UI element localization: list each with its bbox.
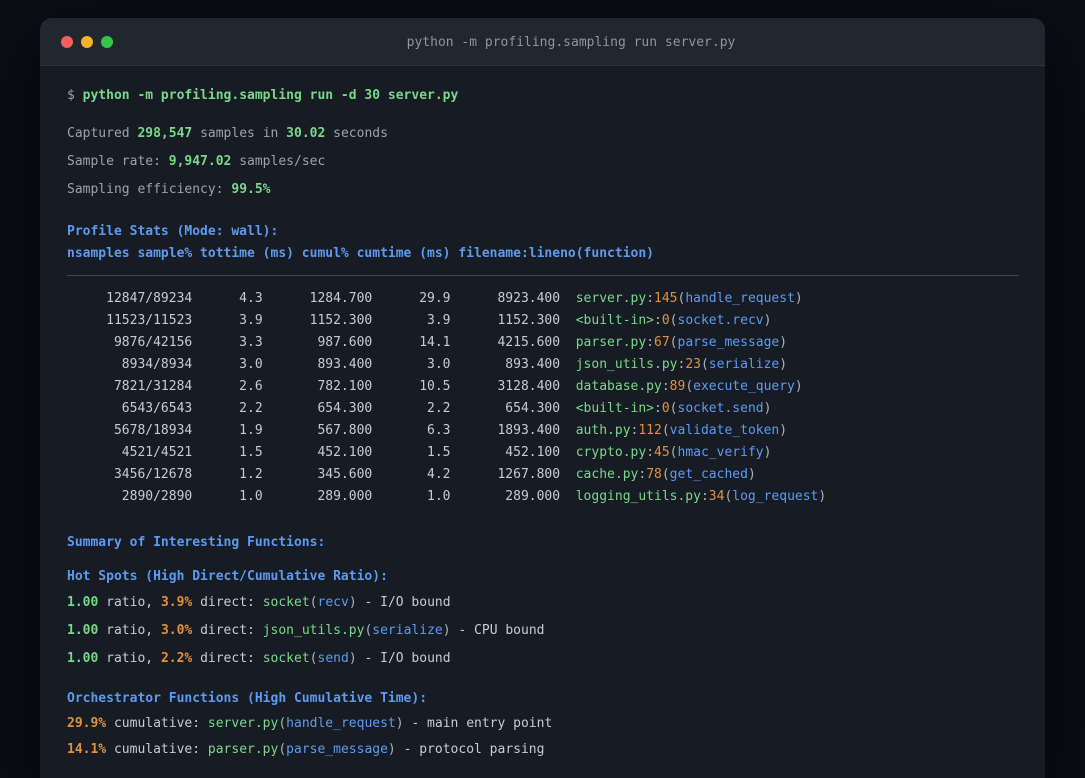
table-row: 9876/42156 3.3 987.600 14.1 4215.600 par… xyxy=(67,335,788,350)
orchestrator-line: 29.9% cumulative: server.py(handle_reque… xyxy=(67,716,553,731)
table-divider xyxy=(67,275,1019,276)
maximize-button[interactable] xyxy=(101,36,113,48)
table-row: 3456/12678 1.2 345.600 4.2 1267.800 cach… xyxy=(67,467,756,482)
sampling-efficiency-line: Sampling efficiency: 99.5% xyxy=(67,182,271,197)
orchestrator-heading: Orchestrator Functions (High Cumulative … xyxy=(67,691,428,706)
hotspot-line: 1.00 ratio, 3.9% direct: socket(recv) - … xyxy=(67,595,451,610)
table-row: 6543/6543 2.2 654.300 2.2 654.300 <built… xyxy=(67,401,772,416)
table-header: nsamples sample% tottime (ms) cumul% cum… xyxy=(67,246,654,261)
hotspots-heading: Hot Spots (High Direct/Cumulative Ratio)… xyxy=(67,569,388,584)
command-line: $ python -m profiling.sampling run -d 30… xyxy=(67,85,458,107)
table-row: 5678/18934 1.9 567.800 6.3 1893.400 auth… xyxy=(67,423,788,438)
table-row: 2890/2890 1.0 289.000 1.0 289.000 loggin… xyxy=(67,489,827,504)
table-row: 7821/31284 2.6 782.100 10.5 3128.400 dat… xyxy=(67,379,803,394)
prompt-symbol: $ xyxy=(67,88,83,103)
table-row: 4521/4521 1.5 452.100 1.5 452.100 crypto… xyxy=(67,445,772,460)
summary-heading: Summary of Interesting Functions: xyxy=(67,535,326,550)
window-title: python -m profiling.sampling run server.… xyxy=(406,35,736,50)
sample-rate-line: Sample rate: 9,947.02 samples/sec xyxy=(67,154,326,169)
profile-stats-heading: Profile Stats (Mode: wall): xyxy=(67,224,279,239)
hotspot-line: 1.00 ratio, 2.2% direct: socket(send) - … xyxy=(67,651,451,666)
close-button[interactable] xyxy=(61,36,73,48)
orchestrator-line: 14.1% cumulative: parser.py(parse_messag… xyxy=(67,742,545,757)
table-row: 11523/11523 3.9 1152.300 3.9 1152.300 <b… xyxy=(67,313,772,328)
hotspot-line: 1.00 ratio, 3.0% direct: json_utils.py(s… xyxy=(67,623,545,638)
terminal-window: python -m profiling.sampling run server.… xyxy=(40,18,1045,778)
captured-samples-line: Captured 298,547 samples in 30.02 second… xyxy=(67,126,388,141)
table-row: 8934/8934 3.0 893.400 3.0 893.400 json_u… xyxy=(67,357,788,372)
profile-table: 12847/89234 4.3 1284.700 29.9 8923.400 s… xyxy=(67,288,826,508)
traffic-lights xyxy=(61,36,113,48)
titlebar[interactable]: python -m profiling.sampling run server.… xyxy=(40,18,1045,66)
command-text: python -m profiling.sampling run -d 30 s… xyxy=(82,88,459,103)
table-row: 12847/89234 4.3 1284.700 29.9 8923.400 s… xyxy=(67,291,803,306)
minimize-button[interactable] xyxy=(81,36,93,48)
